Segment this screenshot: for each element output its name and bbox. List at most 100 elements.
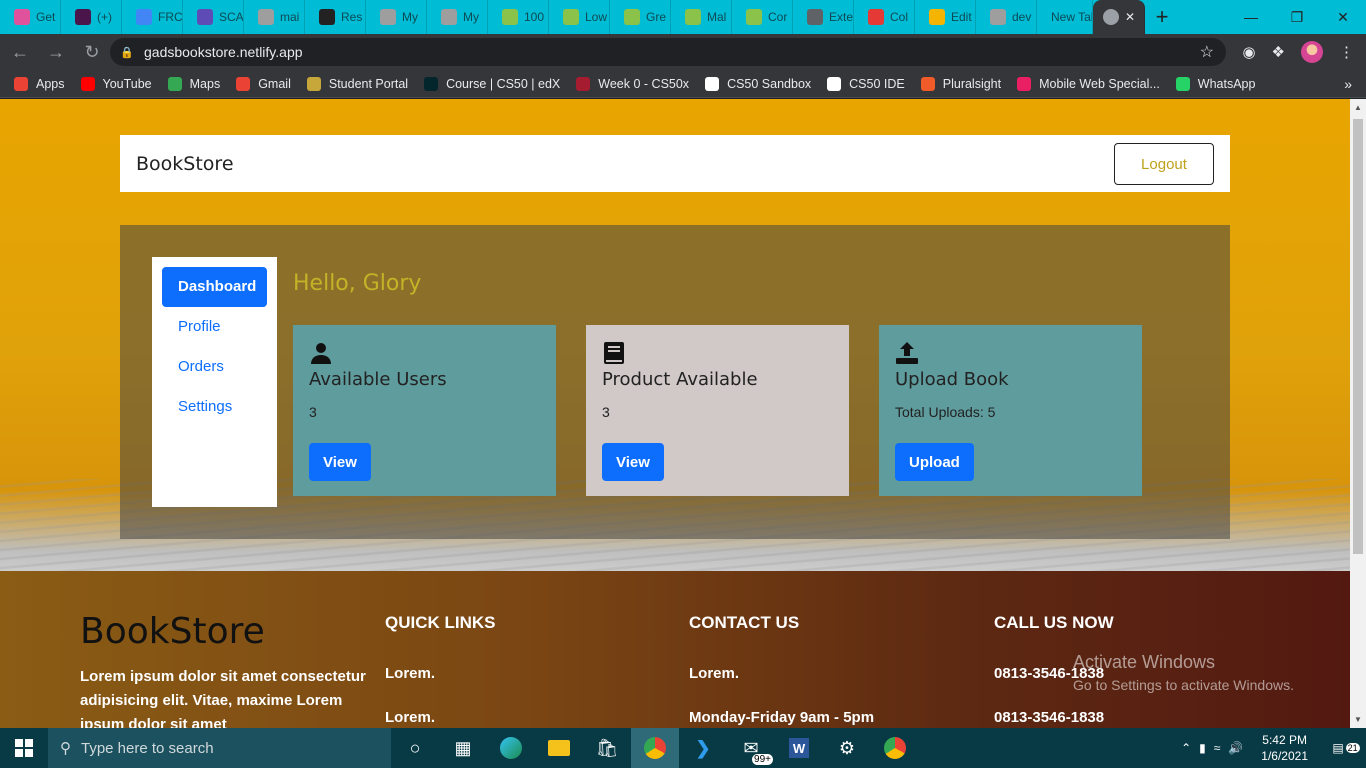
logout-button[interactable]: Logout <box>1114 143 1214 185</box>
browser-tab[interactable]: Col <box>854 0 915 34</box>
taskbar-search[interactable]: ⚲ Type here to search <box>48 728 391 768</box>
dashboard-panel: Dashboard Profile Orders Settings Hello,… <box>120 225 1230 539</box>
sidebar-item-profile[interactable]: Profile <box>162 307 267 347</box>
bookmark-label: Student Portal <box>328 76 409 91</box>
sidebar-item-dashboard[interactable]: Dashboard <box>162 267 267 307</box>
address-bar[interactable]: 🔒 gadsbookstore.netlify.app ☆ <box>110 38 1226 66</box>
bookmark-item[interactable]: Week 0 - CS50x <box>576 76 689 91</box>
window-controls: — ❐ ✕ <box>1228 0 1366 34</box>
bookmark-label: Gmail <box>258 76 291 91</box>
back-icon[interactable]: ← <box>4 36 36 68</box>
bookmark-item[interactable]: Student Portal <box>306 76 409 91</box>
page-scrollbar[interactable]: ▲ ▼ <box>1350 99 1366 728</box>
tab-favicon-icon <box>319 9 335 25</box>
bookmark-item[interactable]: Course | CS50 | edX <box>424 76 561 91</box>
browser-tab[interactable]: Mal <box>671 0 732 34</box>
tab-favicon-icon <box>563 9 579 25</box>
start-button[interactable] <box>0 728 48 768</box>
scroll-up-icon[interactable]: ▲ <box>1354 103 1362 112</box>
bookmark-item[interactable]: Gmail <box>236 76 291 91</box>
bookmark-item[interactable]: YouTube <box>80 76 152 91</box>
profile-avatar[interactable] <box>1301 41 1323 63</box>
restore-button[interactable]: ❐ <box>1274 0 1320 34</box>
cortana-icon[interactable]: ○ <box>391 728 439 768</box>
browser-tab[interactable]: Low <box>549 0 610 34</box>
forward-icon[interactable]: → <box>40 36 72 68</box>
volume-icon[interactable]: 🔊 <box>1228 741 1243 755</box>
extension-icon[interactable]: ◉ <box>1242 43 1255 61</box>
bookmark-item[interactable]: Pluralsight <box>920 76 1001 91</box>
view-users-button[interactable]: View <box>309 443 371 481</box>
browser-tab[interactable]: dev <box>976 0 1037 34</box>
browser-tab[interactable]: Res <box>305 0 366 34</box>
tab-favicon-icon <box>929 9 945 25</box>
bookmark-favicon-icon <box>236 76 251 91</box>
browser-tab[interactable]: mai <box>244 0 305 34</box>
phone-number[interactable]: 0813-3546-1838 <box>994 709 1104 726</box>
navbar-brand[interactable]: BookStore <box>136 153 234 175</box>
bookmark-star-icon[interactable]: ☆ <box>1200 42 1214 62</box>
card-value: 3 <box>309 404 317 420</box>
store-icon[interactable]: 🛍 <box>583 728 631 768</box>
search-placeholder: Type here to search <box>81 739 214 757</box>
browser-tab[interactable]: My <box>427 0 488 34</box>
tab-favicon-icon <box>75 9 91 25</box>
bookmarks-more-icon[interactable]: » <box>1344 76 1352 92</box>
browser-tab[interactable]: (+) <box>61 0 122 34</box>
browser-tab[interactable]: Edit <box>915 0 976 34</box>
browser-tab[interactable]: Exte <box>793 0 854 34</box>
word-icon[interactable]: W <box>775 728 823 768</box>
minimize-button[interactable]: — <box>1228 0 1274 34</box>
bookmark-favicon-icon <box>705 76 720 91</box>
notifications-icon[interactable]: ▤ 21 <box>1326 741 1366 755</box>
quick-link[interactable]: Lorem. <box>385 709 435 726</box>
puzzle-icon[interactable]: ❖ <box>1272 43 1285 61</box>
browser-tab[interactable]: New Tab <box>1037 0 1093 34</box>
edge-icon[interactable] <box>487 728 535 768</box>
quick-link[interactable]: Lorem. <box>385 665 435 682</box>
bookmark-item[interactable]: CS50 Sandbox <box>705 76 811 91</box>
wifi-icon[interactable]: ≈ <box>1214 741 1221 755</box>
bookmark-favicon-icon <box>14 76 28 91</box>
browser-tab[interactable]: 100 <box>488 0 549 34</box>
scroll-down-icon[interactable]: ▼ <box>1354 715 1362 724</box>
sidebar-item-settings[interactable]: Settings <box>162 387 267 427</box>
bookmark-item[interactable]: CS50 IDE <box>827 76 905 91</box>
card-product-available: Product Available 3 View <box>586 325 849 496</box>
browser-tab[interactable]: Get <box>0 0 61 34</box>
upload-button[interactable]: Upload <box>895 443 974 481</box>
browser-tab[interactable]: FRC <box>122 0 183 34</box>
vscode-icon[interactable]: ❯ <box>679 728 727 768</box>
chrome-icon[interactable] <box>631 728 679 768</box>
browser-tab-active[interactable]: ✕ <box>1093 0 1145 34</box>
sidebar-item-orders[interactable]: Orders <box>162 347 267 387</box>
browser-tab[interactable]: My <box>366 0 427 34</box>
top-navbar: BookStore Logout <box>120 135 1230 192</box>
card-value: 3 <box>602 404 610 420</box>
bookmark-item[interactable]: Apps <box>14 76 65 91</box>
close-tab-icon[interactable]: ✕ <box>1125 10 1135 24</box>
scrollbar-thumb[interactable] <box>1353 119 1363 554</box>
bookmark-label: Course | CS50 | edX <box>446 76 561 91</box>
task-view-icon[interactable]: ▦ <box>439 728 487 768</box>
tab-label: Exte <box>829 10 854 24</box>
battery-icon[interactable]: ▮ <box>1199 741 1206 755</box>
mail-icon[interactable]: ✉ 99+ <box>727 728 775 768</box>
browser-tab[interactable]: SCA <box>183 0 244 34</box>
settings-gear-icon[interactable]: ⚙ <box>823 728 871 768</box>
bookmark-item[interactable]: Maps <box>167 76 220 91</box>
bookmark-item[interactable]: WhatsApp <box>1175 76 1255 91</box>
browser-tab[interactable]: Cor <box>732 0 793 34</box>
browser-tab[interactable]: Gre <box>610 0 671 34</box>
close-window-button[interactable]: ✕ <box>1320 0 1366 34</box>
chrome-icon-2[interactable] <box>871 728 919 768</box>
clock[interactable]: 5:42 PM 1/6/2021 <box>1261 732 1308 764</box>
reload-icon[interactable]: ↻ <box>76 36 108 68</box>
bookmark-item[interactable]: Mobile Web Special... <box>1017 76 1160 91</box>
card-upload-book: Upload Book Total Uploads: 5 Upload <box>879 325 1142 496</box>
menu-dots-icon[interactable]: ⋮ <box>1339 43 1354 61</box>
file-explorer-icon[interactable] <box>535 728 583 768</box>
view-products-button[interactable]: View <box>602 443 664 481</box>
new-tab-button[interactable]: + <box>1145 0 1179 34</box>
chevron-up-icon[interactable]: ⌃ <box>1181 741 1191 755</box>
